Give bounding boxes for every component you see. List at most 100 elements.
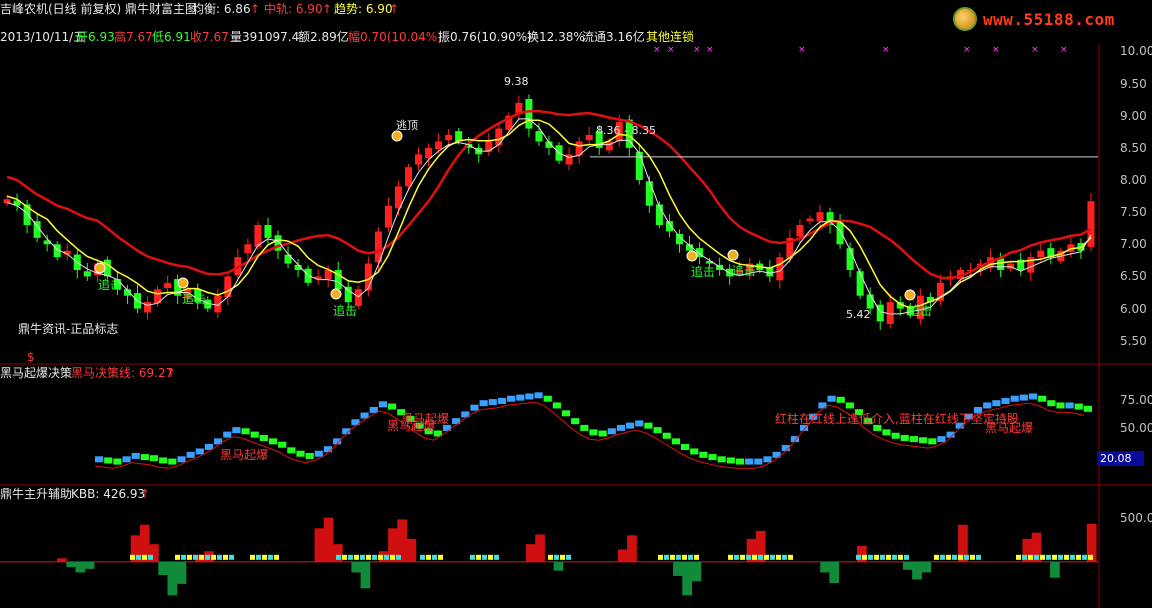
kbb-marker (782, 554, 787, 560)
kbb-marker (1082, 554, 1087, 560)
candle-body (264, 225, 272, 238)
gold-coin-icon (177, 277, 189, 289)
dark-horse-bar (708, 454, 717, 461)
kbb-marker (976, 554, 981, 560)
dark-horse-bar (928, 438, 937, 445)
mid-label: 中轨: 6.90 (264, 2, 323, 16)
dark-horse-bar (1074, 403, 1083, 410)
kbb-marker (874, 554, 879, 560)
kbb-marker (193, 554, 198, 560)
dark-horse-bar (845, 402, 854, 409)
gold-coin-icon (94, 262, 106, 274)
kbb-marker (728, 554, 733, 560)
dark-horse-bar (992, 400, 1001, 407)
quote-open: 开6.93 (76, 30, 115, 44)
kbb-marker (336, 554, 341, 560)
kbb-marker (342, 554, 347, 560)
site-logo[interactable]: www.55188.com (953, 4, 1143, 34)
kbb-bar (921, 561, 932, 573)
kbb-marker (1046, 554, 1051, 560)
kbb-marker (187, 554, 192, 560)
kbb-marker (360, 554, 365, 560)
kbb-marker (880, 554, 885, 560)
quote-low: 低6.91 (152, 30, 191, 44)
kbb-marker (470, 554, 475, 560)
kbb-marker (482, 554, 487, 560)
avg-label: 均衡: 6.86 (192, 2, 251, 16)
axis-tick-label: 10.00 (1120, 44, 1152, 59)
kbb-bar (535, 534, 545, 562)
quote-high: 高7.67 (114, 30, 153, 44)
candle-body (816, 212, 824, 222)
marker-icon: × (1060, 45, 1068, 55)
kbb-marker (1058, 554, 1063, 560)
top-escape-label: 逃顶 (396, 119, 418, 132)
dark-horse-bar (561, 410, 571, 417)
quote-turnover: 换12.38% (527, 30, 585, 44)
kbb-bar (176, 561, 187, 584)
kbb-marker (862, 554, 867, 560)
dark-horse-bar (1083, 405, 1092, 412)
dark-horse-bar (140, 454, 149, 461)
watermark: 鼎牛资讯-正品标志 (18, 322, 119, 336)
quote-volume: 量391097.4 (230, 30, 300, 44)
dark-horse-bar (149, 455, 159, 462)
marker-icon: × (667, 45, 675, 55)
dark-horse-bar (919, 437, 928, 444)
candle-body (164, 282, 172, 288)
quote-close: 收7.67 (190, 30, 229, 44)
kbb-marker (746, 554, 751, 560)
kbb-marker (175, 554, 180, 560)
kbb-bar (526, 544, 536, 562)
axis-tick-label: 9.00 (1120, 108, 1147, 123)
kbb-bar (158, 561, 168, 576)
dark-horse-bar (680, 443, 690, 450)
kbb-marker (856, 554, 861, 560)
axis-tick-label: 9.50 (1120, 76, 1147, 91)
quote-change: 幅0.70(10.04%) (348, 30, 442, 44)
dark-horse-bar (387, 403, 397, 410)
dark-horse-bar (571, 418, 580, 425)
dark-horse-bar (534, 392, 543, 399)
chart-title: 吉峰农机(日线 前复权) 鼎牛财富主图 (0, 2, 197, 16)
axis-tick-label: 50.00 (1120, 420, 1152, 435)
range-label: 8.36 - 8.35 (596, 124, 656, 137)
peak-price-label: 9.38 (504, 75, 529, 88)
dark-horse-bar (754, 458, 763, 465)
kbb-marker (958, 554, 963, 560)
kbb-marker (1022, 554, 1027, 560)
dark-horse-bar (186, 451, 195, 458)
kbb-marker (904, 554, 909, 560)
gold-coin-icon (686, 250, 698, 262)
kbb-marker (1076, 554, 1081, 560)
candle-body (836, 222, 844, 245)
dark-horse-bar (378, 401, 387, 408)
dark-horse-bar (580, 424, 589, 431)
candle-body (445, 135, 453, 141)
dark-horse-bar (113, 458, 122, 465)
kbb-marker (734, 554, 739, 560)
dark-horse-bar (983, 402, 992, 409)
dark-horse-bar (287, 447, 296, 454)
kbb-marker (390, 554, 395, 560)
kbb-marker (1088, 554, 1093, 560)
quote-date: 2013/10/11/五 (0, 30, 86, 44)
panel2-up-arrow: ↑ (166, 366, 177, 380)
kbb-marker (384, 554, 389, 560)
kbb-marker (740, 554, 745, 560)
candle-body (525, 99, 533, 129)
kbb-marker (378, 554, 383, 560)
kbb-bar (314, 528, 325, 562)
avg-up-arrow: ↑ (250, 2, 261, 16)
kbb-marker (946, 554, 951, 560)
dark-horse-bar (726, 457, 735, 464)
dark-horse-bar (314, 450, 323, 457)
kbb-marker (898, 554, 903, 560)
chase-signal: 追击 (691, 265, 716, 279)
gold-coin-icon (330, 288, 342, 300)
candle-body (425, 147, 433, 159)
kbb-bar (829, 561, 840, 584)
dark-horse-bar (497, 397, 507, 404)
dark-horse-bar (900, 434, 909, 441)
kbb-marker (1052, 554, 1057, 560)
